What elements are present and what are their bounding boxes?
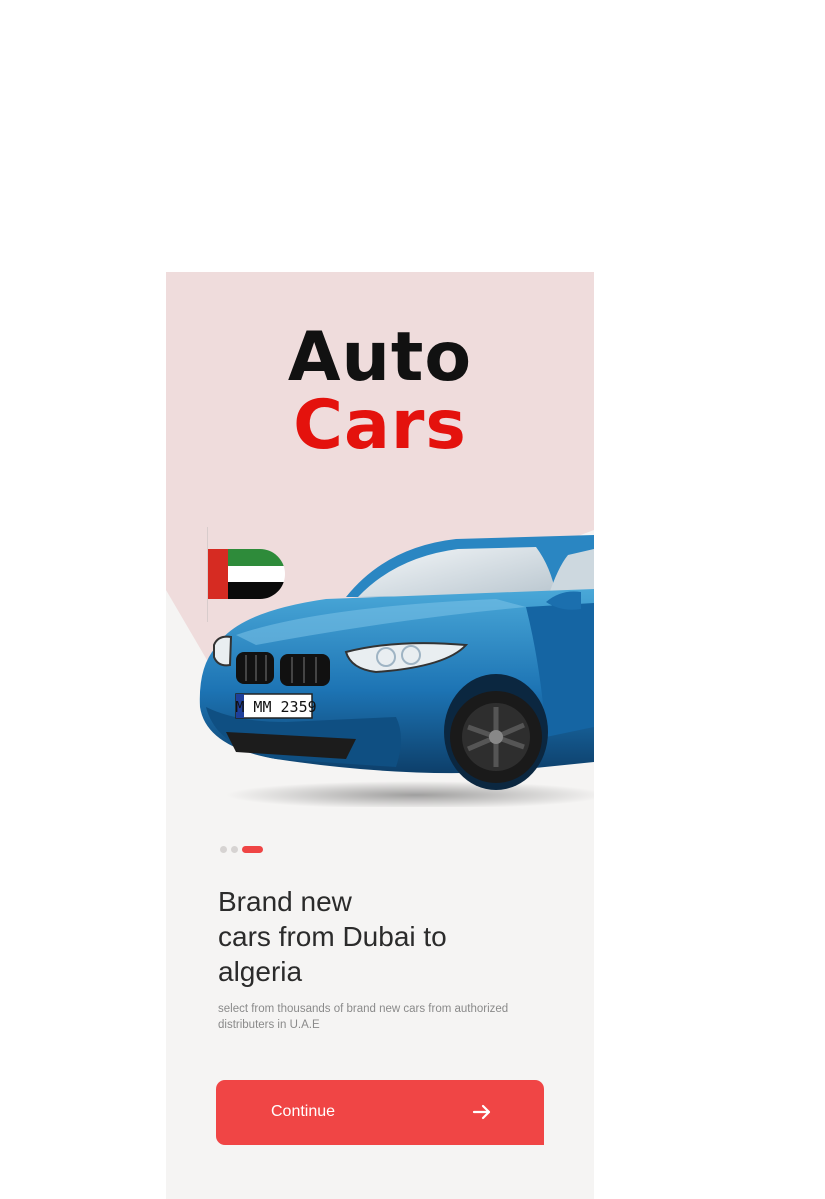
blue-car-image: M MM 2359 <box>199 535 594 807</box>
onboarding-headline: Brand new cars from Dubai to algeria <box>218 886 447 987</box>
continue-button-label: Continue <box>271 1103 336 1120</box>
logo-text-cars: Cars <box>293 386 467 465</box>
onboarding-subtext: select from thousands of brand new cars … <box>218 1003 509 1031</box>
page-dot[interactable] <box>220 845 227 853</box>
continue-button[interactable]: Continue <box>216 1080 544 1145</box>
app-logo: Auto Cars <box>166 324 594 460</box>
license-plate: M MM 2359 <box>235 698 316 716</box>
page-dot[interactable] <box>231 845 238 853</box>
arrow-right-icon <box>472 1104 491 1120</box>
page-indicator <box>220 845 263 853</box>
onboarding-screen: Auto Cars M MM 2359 Brand new cars from … <box>166 272 594 1199</box>
logo-text-auto: Auto <box>287 318 473 397</box>
page-dot-active[interactable] <box>242 845 263 853</box>
